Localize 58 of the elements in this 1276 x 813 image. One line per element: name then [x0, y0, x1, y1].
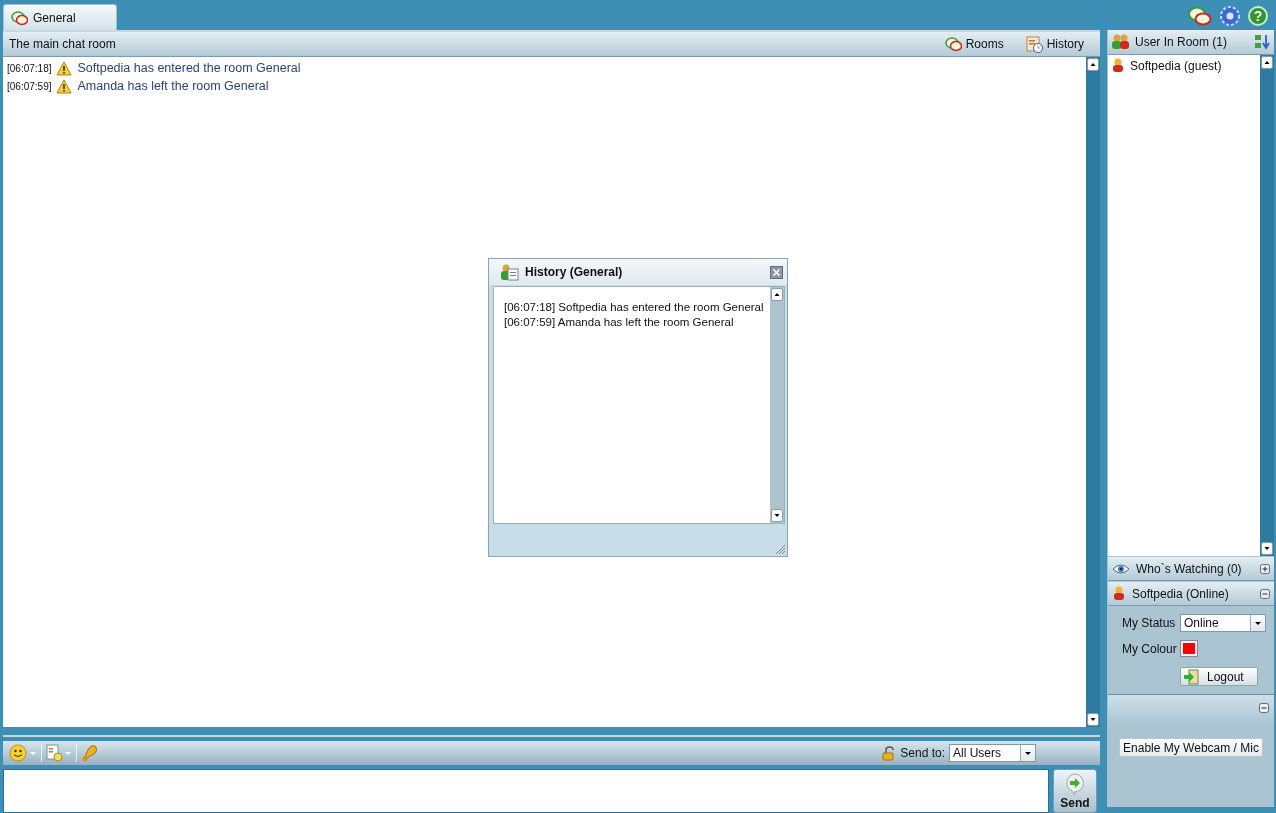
collapse-icon[interactable]	[1260, 588, 1270, 599]
send-to-label: Send to:	[900, 746, 945, 760]
scroll-up-button[interactable]	[1087, 58, 1099, 71]
message-input[interactable]	[3, 769, 1049, 813]
arrow-bubble-icon	[1065, 772, 1085, 795]
message-text: Softpedia has entered the room General	[77, 61, 301, 75]
send-button[interactable]: Send	[1053, 769, 1097, 813]
message-text: Amanda has left the room General	[77, 79, 269, 93]
warning-icon	[56, 78, 73, 94]
settings-icon[interactable]	[1220, 6, 1240, 26]
timestamp: [06:07:59]	[7, 80, 52, 92]
colour-picker[interactable]	[1180, 640, 1198, 657]
smiley-icon[interactable]	[9, 744, 37, 762]
recipient-dropdown[interactable]: All Users	[949, 744, 1036, 762]
scroll-down-button[interactable]	[1087, 713, 1099, 726]
timestamp: [06:07:18]	[7, 62, 52, 74]
warning-icon	[56, 60, 73, 76]
history-line: [06:07:59] Amanda has left the room General	[504, 316, 735, 330]
scroll-up-button[interactable]	[771, 288, 783, 301]
user-icon	[1112, 586, 1126, 601]
rooms-button[interactable]: Rooms	[944, 35, 1004, 53]
profile-title: Softpedia (Online)	[1132, 586, 1229, 601]
chat-bubbles-icon[interactable]	[1188, 6, 1212, 26]
scroll-up-button[interactable]	[1261, 56, 1273, 69]
scroll-down-button[interactable]	[771, 509, 783, 522]
users-title: User In Room (1)	[1135, 35, 1228, 49]
exit-door-icon	[1183, 668, 1199, 685]
scrollbar[interactable]	[1260, 55, 1274, 556]
dialog-title: History (General)	[525, 265, 623, 279]
padlock-icon	[882, 745, 897, 761]
status-dropdown[interactable]: Online	[1180, 614, 1266, 632]
logout-button[interactable]: Logout	[1180, 667, 1258, 686]
history-button[interactable]: History	[1025, 35, 1084, 53]
colour-label: My Colour	[1122, 641, 1178, 656]
users-icon	[1112, 34, 1129, 50]
expand-icon[interactable]	[1260, 563, 1270, 574]
sort-icon[interactable]	[1254, 34, 1270, 50]
scroll-down-button[interactable]	[1261, 542, 1273, 555]
close-icon[interactable]	[770, 265, 783, 279]
collapse-icon[interactable]	[1259, 703, 1269, 713]
webcam-button[interactable]: Enable My Webcam / Mic	[1119, 738, 1263, 757]
scrollbar[interactable]	[1086, 57, 1100, 727]
watching-title: Who`s Watching (0)	[1136, 561, 1242, 576]
help-button[interactable]: ?	[1248, 6, 1268, 26]
document-gear-icon[interactable]	[46, 744, 72, 762]
scrollbar[interactable]	[770, 287, 784, 523]
status-label: My Status	[1122, 616, 1177, 630]
eye-icon	[1112, 562, 1130, 575]
tab[interactable]: General	[3, 4, 117, 30]
user-document-icon	[501, 263, 519, 281]
history-line: [06:07:18] Softpedia has entered the room General	[504, 301, 765, 315]
chat-bubbles-icon	[11, 9, 28, 26]
user-item[interactable]: Softpedia (guest)	[1111, 58, 1257, 73]
chat-bubbles-icon	[944, 36, 962, 52]
document-clock-icon	[1025, 35, 1043, 53]
resize-grip-icon[interactable]	[774, 543, 786, 555]
user-icon	[1111, 58, 1125, 73]
room-title: The main chat room	[9, 37, 116, 51]
